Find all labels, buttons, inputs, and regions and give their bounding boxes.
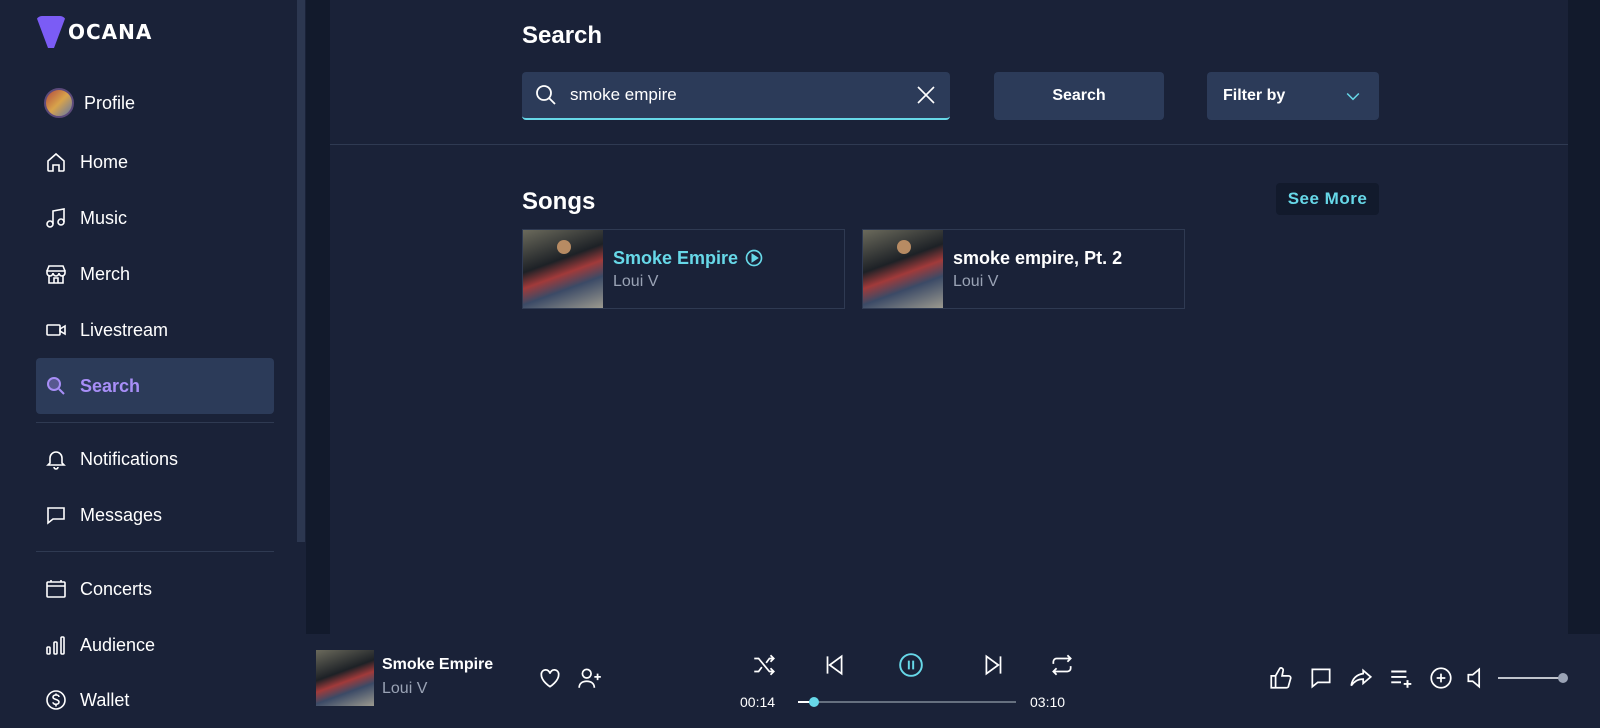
thumbs-up-button[interactable] <box>1267 664 1295 692</box>
filter-label: Filter by <box>1223 87 1286 104</box>
home-icon <box>47 152 65 172</box>
sidebar-item-notifications[interactable]: Notifications <box>36 431 274 487</box>
song-title[interactable]: smoke empire, Pt. 2 <box>953 248 1122 269</box>
sidebar-item-audience[interactable]: Audience <box>36 617 274 673</box>
speaker-icon <box>1467 667 1481 689</box>
volume-slider-track[interactable] <box>1498 677 1562 679</box>
repeat-icon <box>1052 654 1072 676</box>
divider <box>36 422 274 423</box>
sidebar-item-profile[interactable]: Profile <box>36 75 274 131</box>
now-playing-cover <box>316 650 374 706</box>
divider <box>330 144 1568 145</box>
volume-slider-thumb[interactable] <box>1558 673 1568 683</box>
sidebar-item-label: Profile <box>84 92 136 113</box>
ticket-icon <box>46 580 66 598</box>
clear-icon[interactable] <box>914 83 938 107</box>
sidebar-item-label: Notifications <box>80 448 179 469</box>
shuffle-button[interactable] <box>750 651 778 679</box>
vocana-logo[interactable]: OCANA <box>36 16 152 48</box>
add-to-playlist-button[interactable] <box>1387 664 1415 692</box>
sidebar-scrollbar[interactable] <box>297 0 305 542</box>
sidebar-item-home[interactable]: Home <box>36 134 274 190</box>
sidebar-item-label: Merch <box>80 263 131 284</box>
play-circle-icon[interactable] <box>744 248 764 268</box>
now-playing-artist[interactable]: Loui V <box>382 680 427 698</box>
share-arrow-icon <box>1350 668 1373 687</box>
sidebar-item-label: Livestream <box>80 319 169 340</box>
section-title-songs: Songs <box>522 188 596 215</box>
sidebar-item-label: Music <box>80 207 128 228</box>
sidebar-item-concerts[interactable]: Concerts <box>36 561 274 617</box>
song-title[interactable]: Smoke Empire <box>613 248 764 269</box>
sidebar-item-music[interactable]: Music <box>36 190 274 246</box>
pause-button[interactable] <box>897 651 925 679</box>
sidebar-item-label: Home <box>80 151 129 172</box>
sidebar-item-merch[interactable]: Merch <box>36 246 274 302</box>
search-button[interactable]: Search <box>994 72 1164 120</box>
next-button[interactable] <box>980 651 1008 679</box>
sidebar-item-search[interactable]: Search <box>36 358 274 414</box>
share-button[interactable] <box>1347 664 1375 692</box>
comment-button[interactable] <box>1307 664 1335 692</box>
sidebar-item-label: Concerts <box>80 578 153 599</box>
dollar-circle-icon <box>46 690 66 710</box>
song-card[interactable]: smoke empire, Pt. 2 Loui V <box>862 229 1185 309</box>
song-card[interactable]: Smoke Empire Loui V <box>522 229 845 309</box>
comment-icon <box>1311 668 1331 689</box>
see-more-button[interactable]: See More <box>1276 183 1379 215</box>
skip-back-icon <box>826 654 843 676</box>
bell-icon <box>46 451 66 470</box>
search-icon <box>47 377 65 395</box>
store-icon <box>46 265 66 284</box>
logo-mark-icon <box>36 16 66 48</box>
chevron-down-icon <box>1346 92 1360 101</box>
sidebar: OCANA Profile Home Music Merch Livestrea… <box>0 0 306 720</box>
video-camera-icon <box>46 324 66 336</box>
pause-circle-icon <box>899 653 923 677</box>
now-playing-title[interactable]: Smoke Empire <box>382 656 493 674</box>
search-icon <box>536 85 556 105</box>
like-heart-button[interactable] <box>536 664 564 692</box>
page-title: Search <box>522 22 603 49</box>
song-artist[interactable]: Loui V <box>613 273 764 291</box>
add-user-icon <box>578 668 601 688</box>
current-time: 00:14 <box>740 694 776 710</box>
add-button[interactable] <box>1427 664 1455 692</box>
song-artist[interactable]: Loui V <box>953 273 1122 291</box>
follow-artist-button[interactable] <box>576 664 604 692</box>
logo-text: OCANA <box>68 20 153 44</box>
avatar <box>44 88 74 118</box>
search-input-value[interactable]: smoke empire <box>570 85 914 105</box>
music-note-icon <box>46 208 65 228</box>
playlist-add-icon <box>1391 670 1412 688</box>
sidebar-item-label: Wallet <box>80 689 130 710</box>
filter-dropdown[interactable]: Filter by <box>1207 72 1379 120</box>
album-cover <box>863 230 943 308</box>
main-scrollbar[interactable] <box>1568 0 1600 634</box>
previous-button[interactable] <box>820 651 848 679</box>
shuffle-icon <box>754 654 775 676</box>
volume-button[interactable] <box>1463 664 1491 692</box>
repeat-button[interactable] <box>1048 651 1076 679</box>
duration: 03:10 <box>1030 694 1066 710</box>
progress-track[interactable] <box>798 701 1016 703</box>
sidebar-item-label: Audience <box>80 634 156 655</box>
bar-chart-icon <box>46 636 65 655</box>
thumbs-up-icon <box>1270 667 1292 689</box>
search-input[interactable]: smoke empire <box>522 72 950 120</box>
sidebar-item-messages[interactable]: Messages <box>36 487 274 543</box>
chat-bubble-icon <box>47 507 65 525</box>
plus-circle-icon <box>1430 667 1452 689</box>
skip-forward-icon <box>985 654 1002 676</box>
sidebar-item-label: Messages <box>80 504 163 525</box>
divider <box>36 551 274 552</box>
main-gutter-left <box>306 0 330 634</box>
heart-icon <box>540 669 560 688</box>
album-cover <box>523 230 603 308</box>
sidebar-item-label: Search <box>80 375 141 396</box>
sidebar-item-livestream[interactable]: Livestream <box>36 302 274 358</box>
